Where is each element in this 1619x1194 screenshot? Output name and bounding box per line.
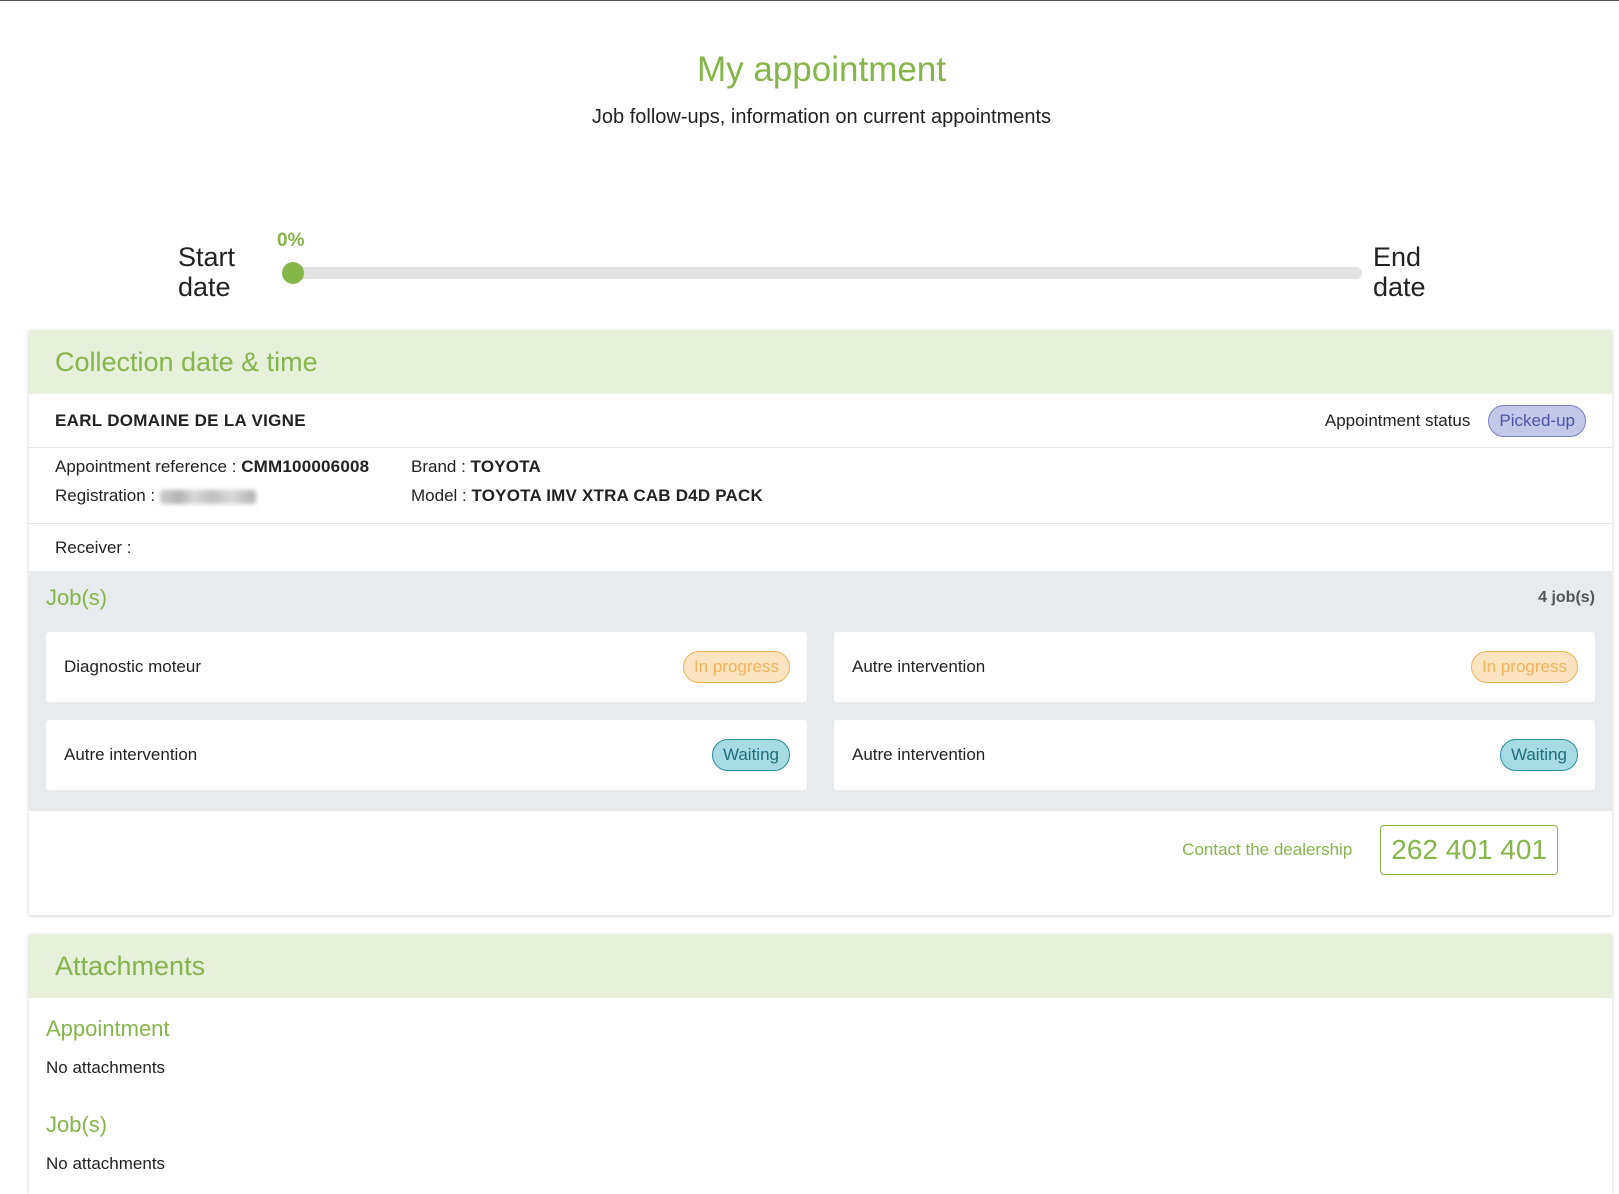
job-card[interactable]: Autre intervention Waiting [46,720,807,790]
dealership-phone-button[interactable]: 262 401 401 [1380,825,1558,875]
jobs-title: Job(s) [46,585,108,610]
reference-field: Appointment reference : CMM100006008 [55,457,369,477]
appointment-status: Appointment status Picked-up [1324,404,1586,437]
collection-header: Collection date & time [29,330,1612,394]
jobs-count: 4 job(s) [1538,589,1595,606]
start-date-label: Start date [178,242,236,302]
job-name: Diagnostic moteur [64,657,202,676]
vehicle-details: Appointment reference : CMM100006008 Reg… [29,448,1612,524]
end-date-label: End date [1373,242,1426,302]
job-status-badge: Waiting [711,739,790,771]
attachments-card: Attachments Appointment No attachments J… [29,934,1612,1194]
appointment-attachments-title: Appointment [46,1016,170,1041]
attachments-title: Attachments [55,950,206,981]
model-label: Model : [411,486,467,505]
top-border [0,0,1619,1]
brand-label: Brand : [411,457,466,476]
job-card[interactable]: Autre intervention In progress [834,632,1595,702]
job-attachments-title: Job(s) [46,1112,108,1137]
progress-track [282,262,1362,284]
status-label: Appointment status [1324,410,1471,430]
job-card[interactable]: Diagnostic moteur In progress [46,632,807,702]
reference-value: CMM100006008 [241,457,370,476]
model-field: Model : TOYOTA IMV XTRA CAB D4D PACK [411,486,763,506]
progress-marker [282,262,304,284]
job-attachments-empty: No attachments [46,1154,166,1173]
job-name: Autre intervention [852,657,986,676]
customer-name: EARL DOMAINE DE LA VIGNE [55,410,306,430]
contact-row: Contact the dealership 262 401 401 [29,800,1612,900]
appointment-progress: Start date 0% End date [178,230,1438,310]
brand-value: TOYOTA [470,457,542,476]
registration-value-redacted [159,489,256,504]
job-status-badge: In progress [682,651,790,683]
receiver-row: Receiver : [29,524,1612,571]
model-value: TOYOTA IMV XTRA CAB D4D PACK [471,486,763,505]
appointment-attachments-empty: No attachments [46,1058,166,1077]
job-name: Autre intervention [852,745,986,764]
reference-label: Appointment reference : [55,457,237,476]
job-card[interactable]: Autre intervention Waiting [834,720,1595,790]
attachments-body: Appointment No attachments Job(s) No att… [29,998,1612,1174]
status-badge: Picked-up [1488,404,1586,437]
job-status-badge: In progress [1470,651,1578,683]
registration-label: Registration : [55,486,156,505]
page-subtitle: Job follow-ups, information on current a… [591,106,1052,128]
attachments-header: Attachments [29,934,1612,998]
job-name: Autre intervention [64,745,198,764]
jobs-section: Job(s) 4 job(s) Diagnostic moteur In pro… [29,571,1612,811]
contact-label: Contact the dealership [1182,840,1353,859]
collection-title: Collection date & time [55,346,318,377]
collection-card: Collection date & time EARL DOMAINE DE L… [29,330,1612,915]
customer-row: EARL DOMAINE DE LA VIGNE Appointment sta… [29,394,1612,448]
job-status-badge: Waiting [1499,739,1578,771]
page-header: My appointment Job follow-ups, informati… [0,50,1619,129]
page-title: My appointment [696,50,947,89]
progress-percent: 0% [277,230,305,251]
brand-field: Brand : TOYOTA [411,457,541,477]
receiver-label: Receiver : [55,537,132,557]
registration-field: Registration : [55,486,256,506]
